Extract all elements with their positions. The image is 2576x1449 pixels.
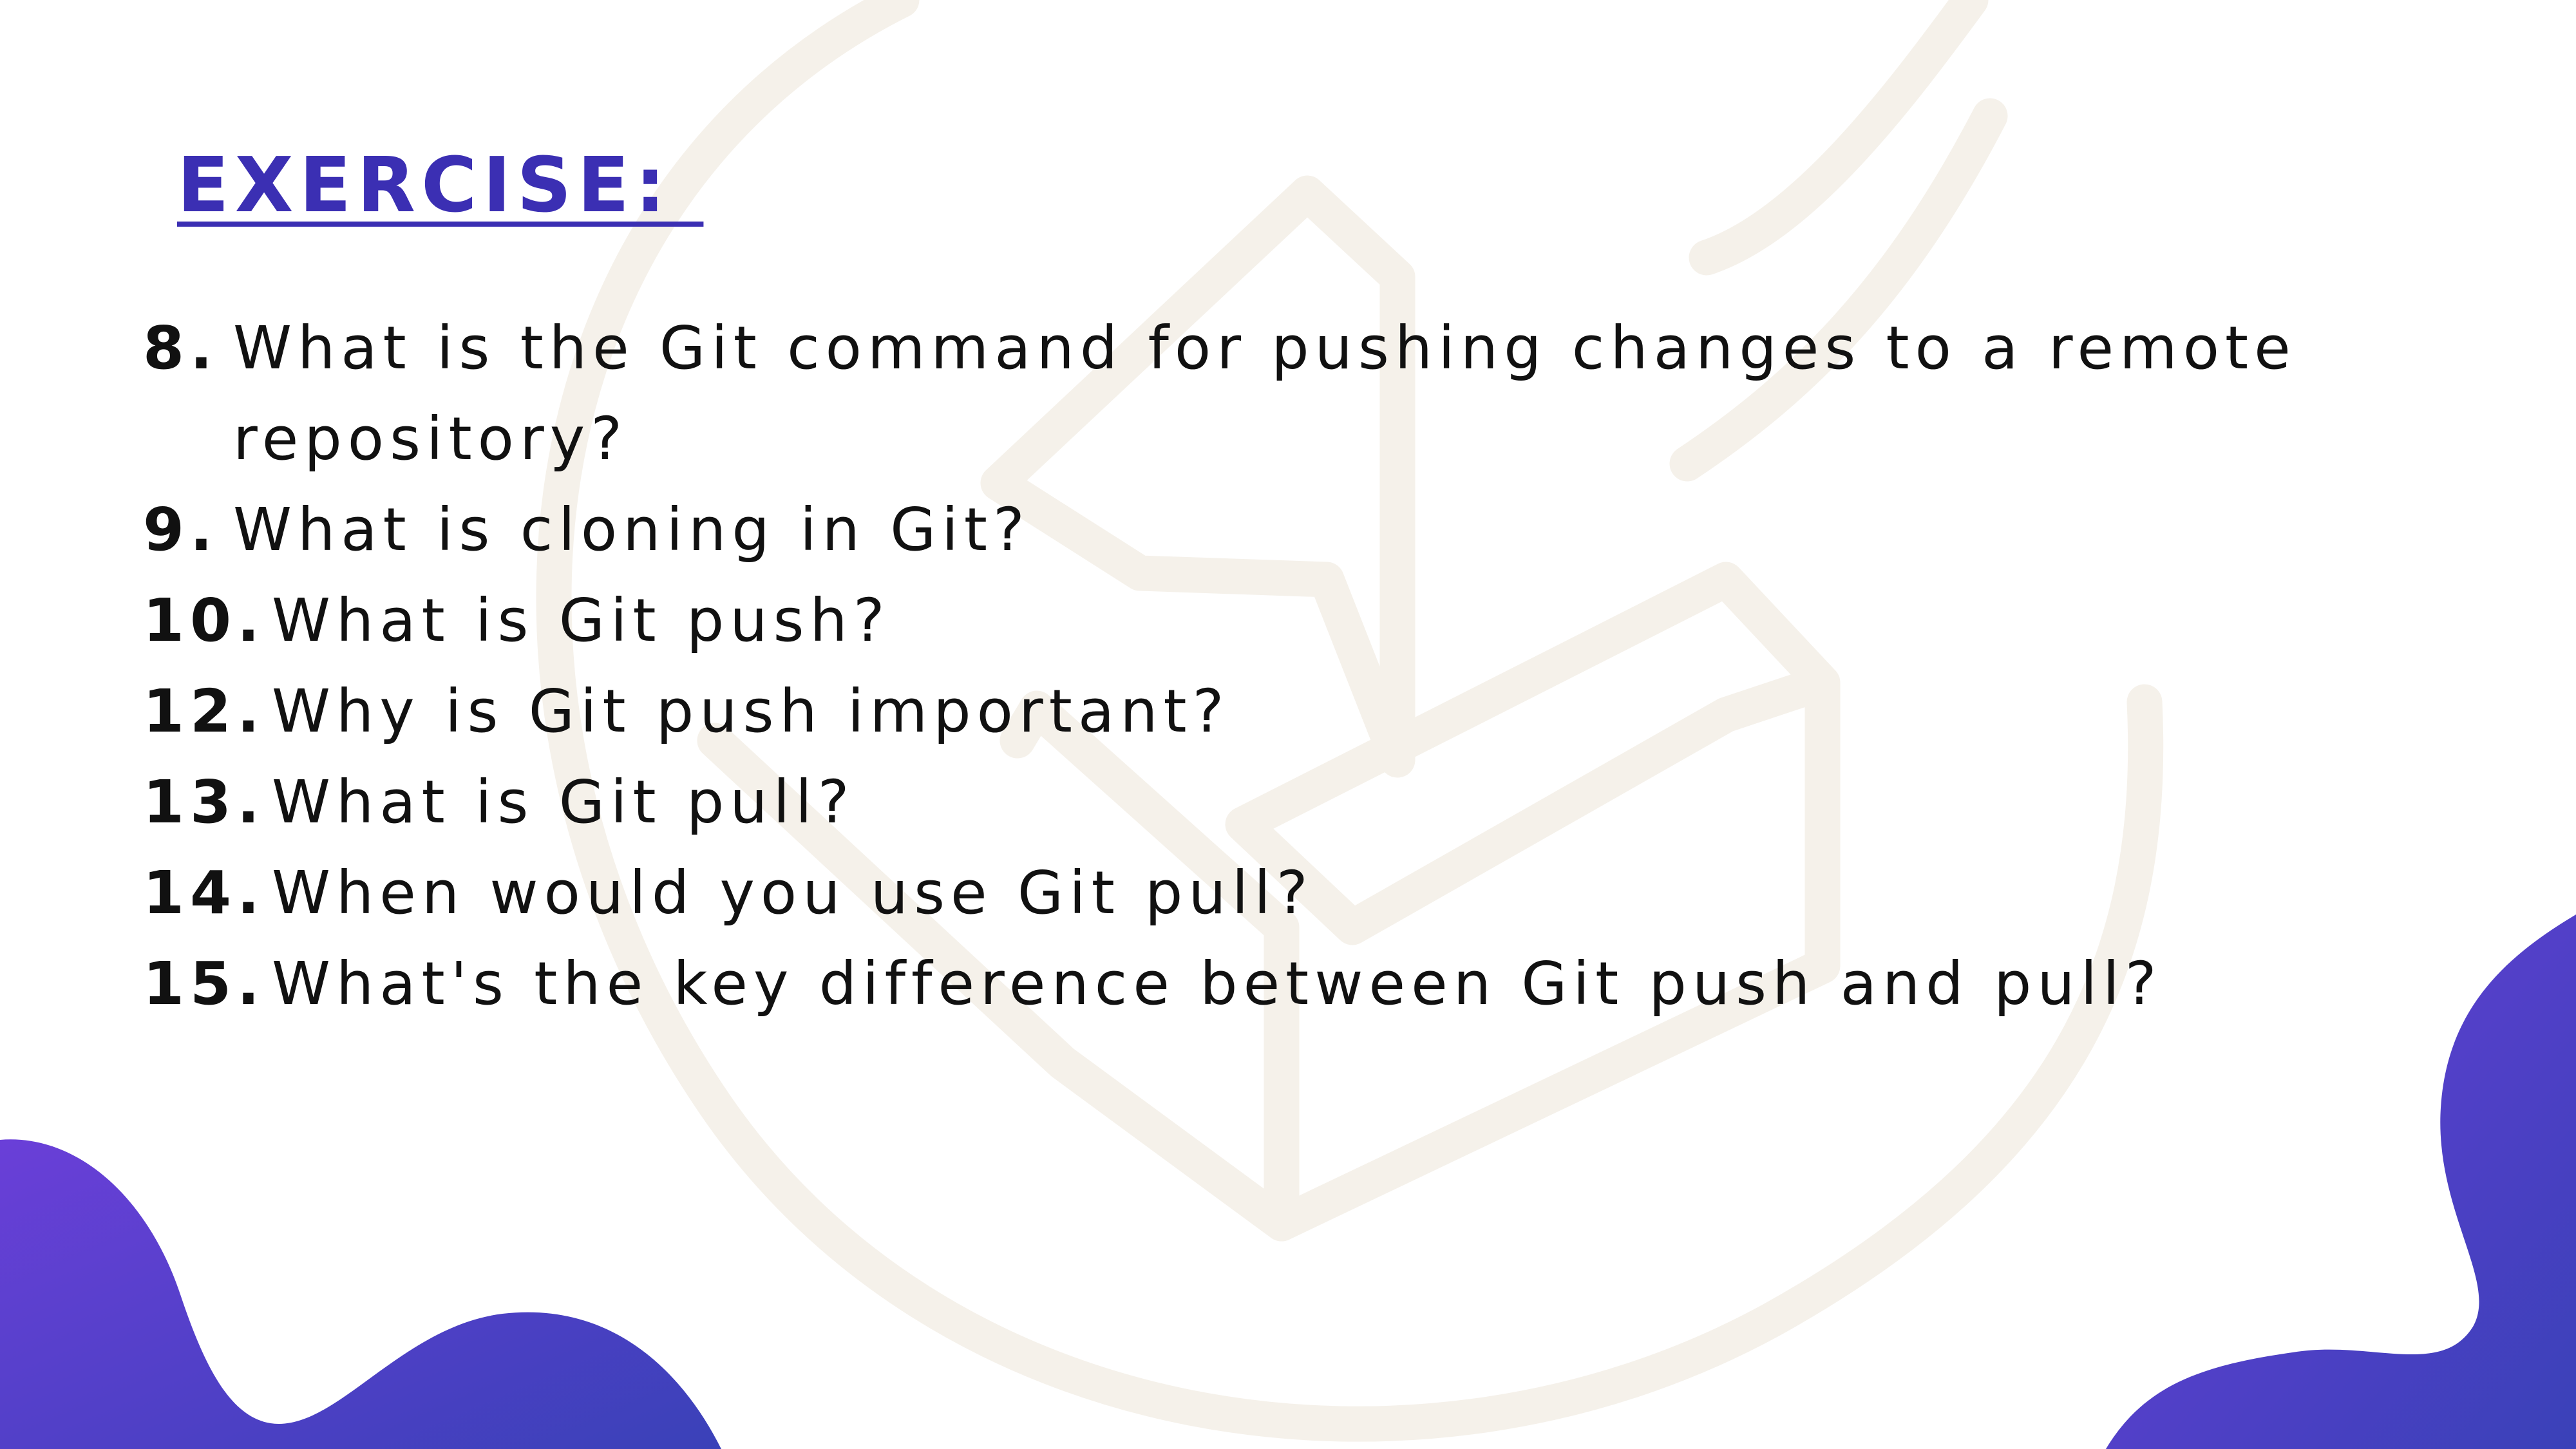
question-list: 8. What is the Git command for pushing c… (143, 303, 2333, 1029)
page-title: EXERCISE: (177, 140, 704, 229)
list-item: 13. What is Git pull? (143, 757, 2333, 848)
list-item: 10. What is Git push? (143, 575, 2333, 666)
question-number: 9. (143, 495, 218, 564)
question-text: When would you use Git pull? (272, 858, 1314, 927)
question-text: What is Git pull? (272, 768, 855, 837)
list-item: 15. What's the key difference between Gi… (143, 938, 2333, 1029)
list-item: 8. What is the Git command for pushing c… (143, 303, 2333, 484)
question-text: What is Git push? (272, 586, 891, 655)
question-number: 8. (143, 314, 218, 383)
bottom-left-blob (0, 1139, 721, 1449)
question-number: 12. (143, 677, 265, 746)
list-item: 9. What is cloning in Git? (143, 484, 2333, 575)
list-item: 12. Why is Git push important? (143, 666, 2333, 757)
question-text: What's the key difference between Git pu… (272, 949, 2163, 1018)
question-text: Why is Git push important? (272, 677, 1230, 746)
question-number: 14. (143, 858, 265, 927)
question-number: 15. (143, 949, 265, 1018)
list-item: 14. When would you use Git pull? (143, 848, 2333, 938)
question-number: 13. (143, 768, 265, 837)
question-number: 10. (143, 586, 265, 655)
question-text: What is the Git command for pushing chan… (233, 314, 2297, 473)
question-text: What is cloning in Git? (233, 495, 1030, 564)
